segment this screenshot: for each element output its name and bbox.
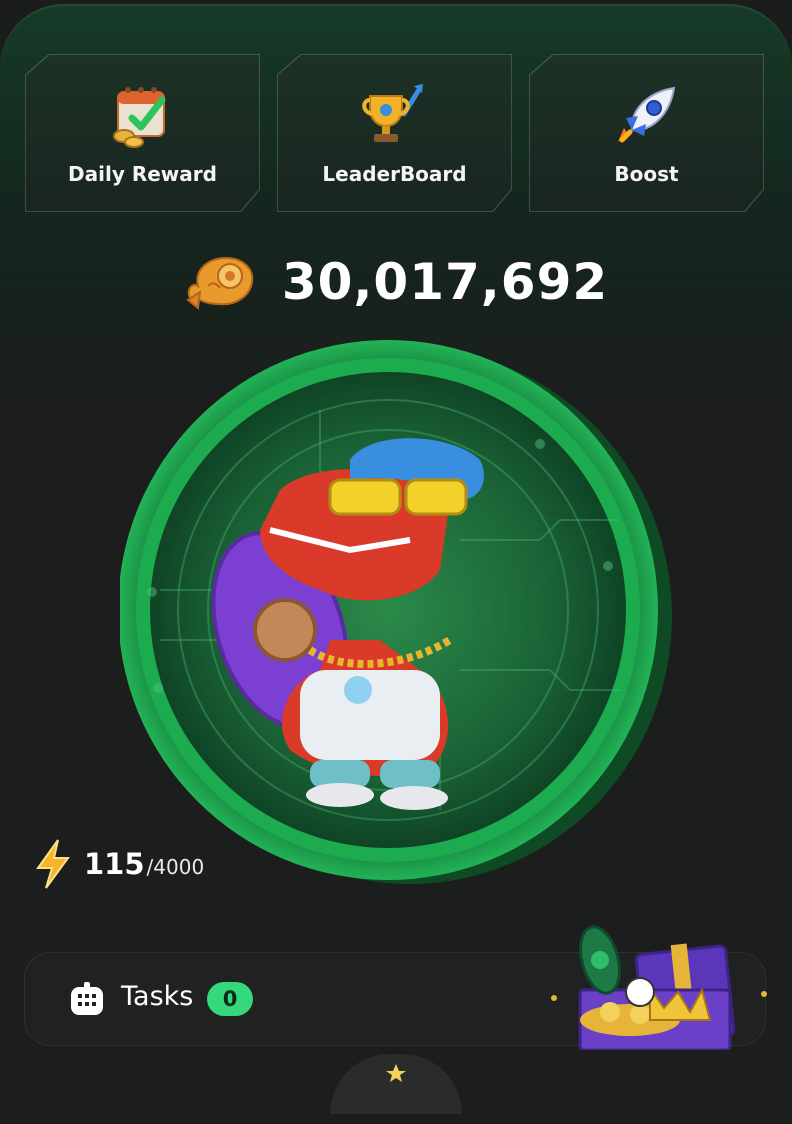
boost-label: Boost <box>614 162 679 186</box>
treasure-chest-graphic <box>551 925 767 1050</box>
lightning-icon <box>36 839 70 889</box>
rocket-icon <box>617 86 675 143</box>
tasks-grid-icon <box>71 982 103 1015</box>
star-icon <box>386 1064 406 1082</box>
daily-reward-button[interactable]: Daily Reward <box>25 54 260 212</box>
balance-value: 30,017,692 <box>281 253 609 311</box>
boost-button[interactable]: Boost <box>529 54 764 212</box>
tasks-count-badge: 0 <box>207 982 253 1016</box>
calendar-check-icon <box>112 87 165 148</box>
tasks-label: Tasks <box>121 981 194 1012</box>
energy-max: /4000 <box>146 855 205 879</box>
energy-current: 115 <box>84 847 145 881</box>
bottom-nav-center[interactable] <box>330 1054 462 1114</box>
leaderboard-label: LeaderBoard <box>322 162 467 186</box>
taiyaki-coin-icon <box>186 256 254 310</box>
energy-display: 115 /4000 <box>32 836 204 892</box>
tap-coin-button[interactable] <box>120 340 672 892</box>
balance-display: 30,017,692 <box>0 246 792 318</box>
trophy-chart-icon <box>361 84 423 142</box>
leaderboard-button[interactable]: LeaderBoard <box>277 54 512 212</box>
daily-reward-label: Daily Reward <box>68 162 217 186</box>
